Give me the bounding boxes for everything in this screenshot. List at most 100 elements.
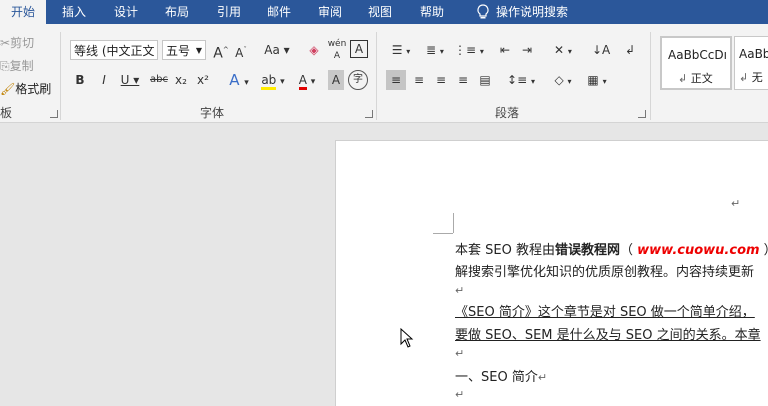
align-left-icon[interactable]: ≡ xyxy=(386,70,406,90)
character-shading-label: A xyxy=(331,73,341,87)
doc-line-2[interactable]: 解搜索引擎优化知识的优质原创教程。内容持续更新 xyxy=(455,261,754,280)
change-case-label: Aa xyxy=(264,43,280,57)
shrink-font-button[interactable]: Aˇ xyxy=(232,40,250,60)
paintbrush-icon: 🖌 xyxy=(0,82,16,96)
clipboard-group-label: 板 xyxy=(0,106,13,120)
cut-label: 剪切 xyxy=(10,36,35,50)
tab-review[interactable]: 审阅 xyxy=(306,0,354,24)
cut-button[interactable]: ✂剪切 xyxy=(0,34,34,51)
doc-link-text: www.cuowu.com xyxy=(637,243,760,258)
subscript-label: x₂ xyxy=(175,73,187,87)
phonetic-guide-button[interactable]: wén A xyxy=(326,38,348,61)
distributed-icon[interactable]: ▤ xyxy=(476,70,494,90)
lightbulb-icon xyxy=(470,0,496,24)
change-case-button[interactable]: Aa ▾ xyxy=(262,40,292,60)
pilcrow: ↵ xyxy=(455,388,465,401)
doc-bold-text: 错误教程网 xyxy=(554,243,620,258)
text-effects-icon: A xyxy=(229,71,240,89)
format-painter-button[interactable]: 🖌格式刷 xyxy=(0,80,51,97)
doc-line-5[interactable]: 一、SEO 简介↵ xyxy=(455,366,547,385)
font-color-button[interactable]: A ▾ xyxy=(292,70,322,90)
tab-layout[interactable]: 布局 xyxy=(153,0,201,24)
tab-home[interactable]: 开始 xyxy=(0,0,46,24)
divider xyxy=(376,32,377,120)
tab-view[interactable]: 视图 xyxy=(356,0,404,24)
tell-me-search[interactable]: 操作说明搜索 xyxy=(496,0,578,24)
bullets-icon[interactable]: ☰ ▾ xyxy=(386,40,416,60)
tab-help[interactable]: 帮助 xyxy=(408,0,456,24)
show-marks-icon[interactable]: ↲ xyxy=(622,40,638,60)
chevron-down-icon: ▼ xyxy=(195,46,202,55)
font-group-label: 字体 xyxy=(200,106,225,120)
phonetic-guide-label: wén xyxy=(327,39,347,49)
style-no-spacing-label: 无 xyxy=(751,71,763,84)
doc-line-4[interactable]: 要做 SEO、SEM 是什么及与 SEO 之间的关系。本章 xyxy=(455,324,761,343)
doc-line-1[interactable]: 本套 SEO 教程由错误教程网（ www.cuowu.com ） xyxy=(455,239,768,258)
copy-button[interactable]: ⎘复制 xyxy=(0,57,34,74)
font-name-dropdown[interactable]: 等线 (中文正文 xyxy=(70,40,158,60)
doc-text: 要做 SEO、SEM 是什么及与 SEO 之间的关系。本章 xyxy=(455,328,761,343)
text-effects-button[interactable]: A ▾ xyxy=(224,70,254,90)
clear-formatting-icon[interactable]: ◈ xyxy=(304,40,324,60)
justify-icon[interactable]: ≡ xyxy=(454,70,472,90)
chinese-layout-icon[interactable]: ✕ ▾ xyxy=(548,40,578,60)
bold-button[interactable]: B xyxy=(72,70,88,90)
enclose-characters-button[interactable]: 字 xyxy=(348,70,368,90)
doc-text: ） xyxy=(760,243,768,258)
line-spacing-icon[interactable]: ↕≡ ▾ xyxy=(506,70,536,90)
strikethrough-button[interactable]: abc xyxy=(148,70,170,90)
character-border-label: A xyxy=(354,42,364,56)
italic-button[interactable]: I xyxy=(96,70,112,90)
sort-icon[interactable]: ↓A xyxy=(592,40,610,60)
font-dialog-launcher-icon[interactable] xyxy=(365,110,373,118)
font-name-value: 等线 (中文正文 xyxy=(74,44,155,58)
paragraph-dialog-launcher-icon[interactable] xyxy=(638,110,646,118)
doc-heading-text: 一、SEO 简介 xyxy=(455,370,538,385)
copy-icon: ⎘ xyxy=(0,59,10,73)
style-no-spacing[interactable]: AaBb ↲ 无 xyxy=(734,36,768,90)
shading-icon[interactable]: ◇ ▾ xyxy=(548,70,578,90)
strikethrough-label: abc xyxy=(150,74,168,85)
tab-insert[interactable]: 插入 xyxy=(50,0,98,24)
character-border-button[interactable]: A xyxy=(350,40,368,58)
doc-text: 解搜索引擎优化知识的优质原创教程。内容持续更新 xyxy=(455,265,755,280)
increase-indent-icon[interactable]: ⇥ xyxy=(518,40,536,60)
subscript-button[interactable]: x₂ xyxy=(172,70,190,90)
divider xyxy=(650,32,651,120)
highlighter-icon: ab xyxy=(261,73,277,90)
style-no-spacing-sample: AaBb xyxy=(739,47,768,61)
superscript-button[interactable]: x² xyxy=(194,70,212,90)
decrease-indent-icon[interactable]: ⇤ xyxy=(496,40,514,60)
font-size-dropdown[interactable]: 五号 ▼ xyxy=(162,40,206,60)
pilcrow: ↵ xyxy=(537,371,548,384)
underline-button[interactable]: U ▾ xyxy=(118,70,142,90)
align-right-icon[interactable]: ≡ xyxy=(432,70,450,90)
grow-font-icon: A xyxy=(213,45,223,62)
tab-design[interactable]: 设计 xyxy=(102,0,150,24)
tab-references[interactable]: 引用 xyxy=(205,0,253,24)
multilevel-list-icon[interactable]: ⋮≡ ▾ xyxy=(454,40,484,60)
borders-icon[interactable]: ▦ ▾ xyxy=(582,70,612,90)
copy-label: 复制 xyxy=(9,59,34,73)
ribbon: ✂剪切 ⎘复制 🖌格式刷 板 等线 (中文正文 五号 ▼ A^ Aˇ Aa ▾ ◈… xyxy=(0,24,768,123)
character-shading-button[interactable]: A xyxy=(328,70,344,90)
paragraph-group-label: 段落 xyxy=(495,106,520,120)
doc-text: 《SEO 简介》这个章节是对 SEO 做一个简单介绍， xyxy=(455,305,755,320)
superscript-label: x² xyxy=(197,73,209,87)
bold-label: B xyxy=(75,73,85,87)
mouse-cursor-icon xyxy=(400,328,414,348)
pilcrow: ↵ xyxy=(731,197,741,210)
numbering-icon[interactable]: ≣ ▾ xyxy=(420,40,450,60)
grow-font-button[interactable]: A^ xyxy=(212,40,230,62)
scissors-icon: ✂ xyxy=(0,36,11,50)
style-normal[interactable]: AaBbCcDı ↲ 正文 xyxy=(660,36,732,90)
clipboard-dialog-launcher-icon[interactable] xyxy=(50,110,58,118)
margin-mark xyxy=(433,233,453,234)
underline-label: U xyxy=(120,73,130,87)
tab-mailings[interactable]: 邮件 xyxy=(255,0,303,24)
doc-line-3[interactable]: 《SEO 简介》这个章节是对 SEO 做一个简单介绍， xyxy=(455,301,755,320)
pilcrow: ↵ xyxy=(455,284,465,297)
align-center-icon[interactable]: ≡ xyxy=(410,70,428,90)
doc-text: （ xyxy=(619,243,638,258)
highlight-button[interactable]: ab ▾ xyxy=(258,70,288,90)
